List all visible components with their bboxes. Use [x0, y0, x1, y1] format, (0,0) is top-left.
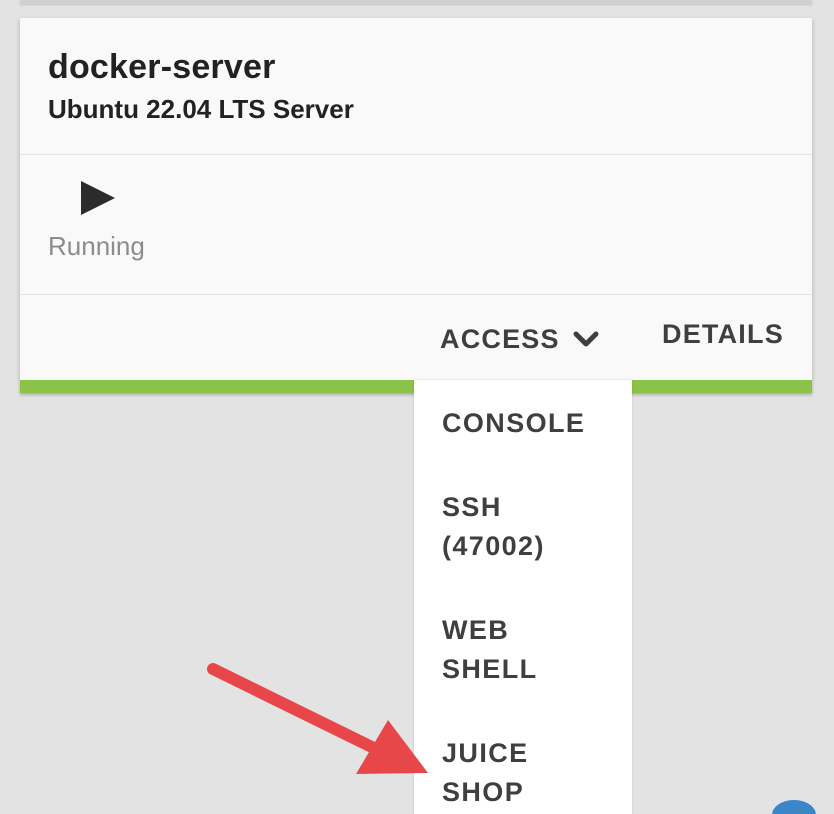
play-icon: [81, 181, 115, 215]
vm-status-area: Running: [20, 155, 812, 295]
menu-item-juice-shop[interactable]: JUICE SHOP: [442, 734, 612, 812]
menu-item-ssh-label: SSH: [442, 492, 502, 522]
menu-item-web-shell-line2: SHELL: [442, 654, 538, 684]
menu-item-web-shell-line1: WEB: [442, 615, 510, 645]
vm-card: docker-server Ubuntu 22.04 LTS Server Ru…: [20, 18, 812, 380]
menu-item-console[interactable]: CONSOLE: [442, 404, 612, 443]
access-button[interactable]: ACCESS: [440, 319, 600, 359]
menu-item-juice-shop-line1: JUICE: [442, 738, 529, 768]
previous-card-edge: [20, 0, 812, 4]
vm-name: docker-server: [48, 48, 276, 86]
access-button-label: ACCESS: [440, 323, 560, 354]
vm-page: docker-server Ubuntu 22.04 LTS Server Ru…: [0, 0, 834, 814]
menu-item-ssh-port: (47002): [442, 531, 545, 561]
details-button[interactable]: DETAILS: [662, 319, 784, 350]
floating-action-button-edge[interactable]: [772, 800, 816, 814]
vm-action-bar: ACCESS DETAILS: [20, 295, 812, 380]
vm-os: Ubuntu 22.04 LTS Server: [48, 94, 354, 124]
red-arrow-icon: [207, 663, 428, 774]
menu-item-ssh[interactable]: SSH (47002): [442, 488, 612, 566]
menu-item-console-label: CONSOLE: [442, 408, 586, 438]
menu-item-web-shell[interactable]: WEB SHELL: [442, 611, 612, 689]
menu-item-juice-shop-line2: SHOP: [442, 777, 525, 807]
vm-status-text: Running: [48, 231, 145, 261]
vm-card-header: docker-server Ubuntu 22.04 LTS Server: [20, 18, 812, 155]
chevron-down-icon: [573, 331, 599, 347]
access-dropdown-menu: CONSOLE SSH (47002) WEB SHELL JUICE SHOP: [414, 380, 632, 814]
